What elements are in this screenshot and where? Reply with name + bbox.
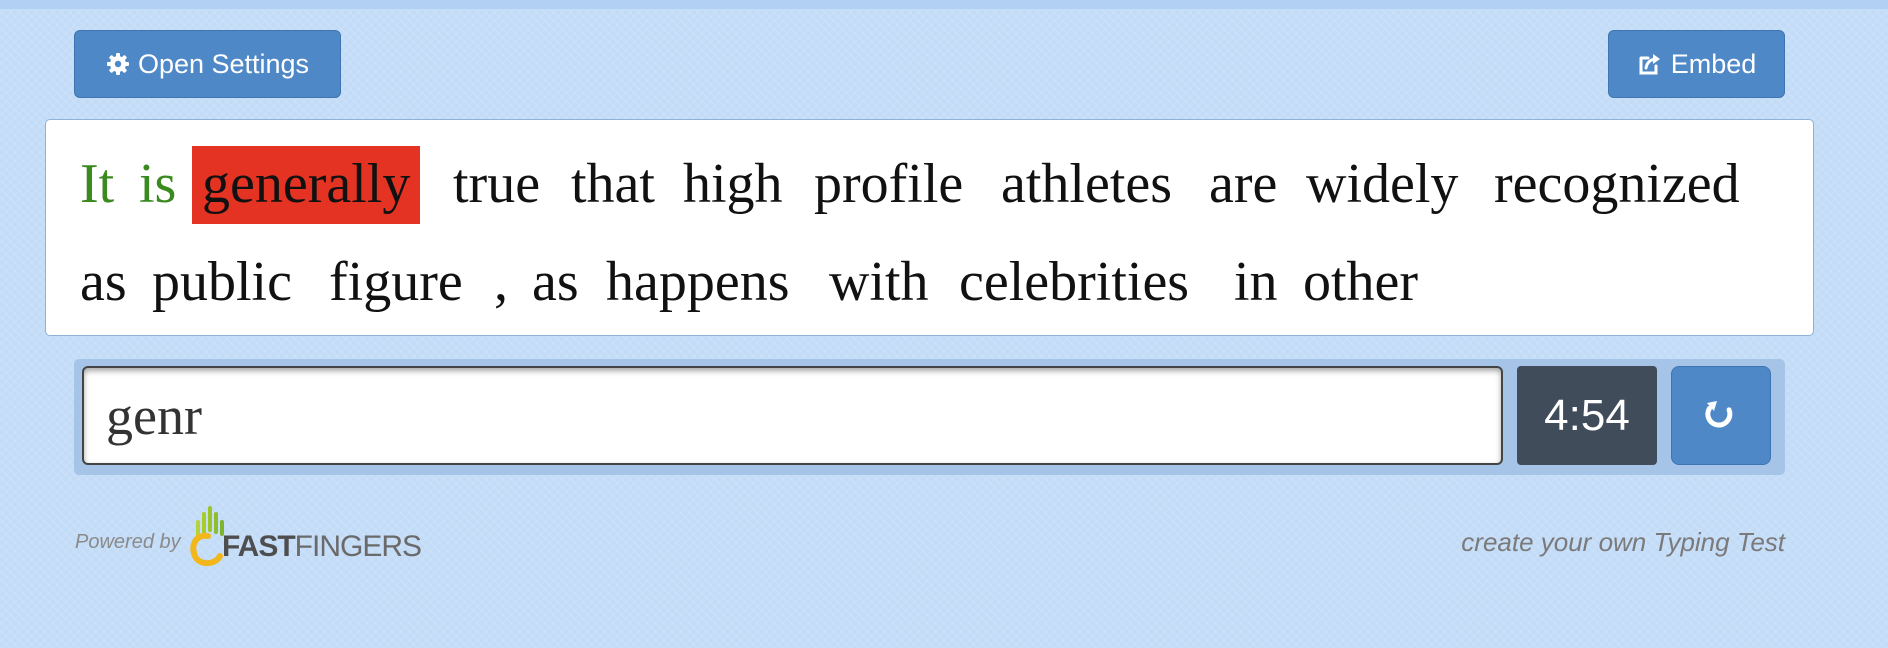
word: It [80,153,115,215]
word: , [494,251,508,313]
timer: 4:54 [1517,366,1657,465]
word: other [1303,251,1419,313]
open-settings-button[interactable]: Open Settings [74,30,341,98]
reload-button[interactable] [1671,366,1771,465]
word: as [80,251,127,313]
word: that [571,153,655,215]
create-typing-test-link[interactable]: create your own Typing Test [1461,527,1785,558]
word: as [532,251,579,313]
word: recognized [1494,153,1740,215]
word: widely [1306,153,1459,215]
embed-button[interactable]: Embed [1608,30,1785,98]
embed-label: Embed [1670,48,1757,79]
word: public [152,251,292,313]
word: in [1234,251,1278,313]
word: with [829,251,929,313]
word: profile [814,153,964,215]
open-settings-label: Open Settings [137,48,310,79]
words-display: It is generally true that high profile a… [45,119,1814,336]
typing-input[interactable] [82,366,1503,465]
word-current: generally [192,146,421,224]
gear-icon [106,52,130,76]
word: figure [329,251,463,313]
word: true [453,153,541,215]
word: happens [606,251,790,313]
word: athletes [1001,153,1173,215]
word: are [1209,153,1278,215]
top-strip [0,0,1888,9]
logo-fingers-text: FINGERS [294,530,422,563]
powered-by-label: Powered by [75,531,181,553]
reload-icon [1701,393,1741,438]
logo-fast-text: FAST [222,530,296,563]
word: is [139,153,177,215]
fastfingers-logo[interactable]: FASTFINGERS [186,502,422,566]
share-icon [1637,51,1663,77]
word: high [683,153,783,215]
word: celebrities [959,251,1190,313]
